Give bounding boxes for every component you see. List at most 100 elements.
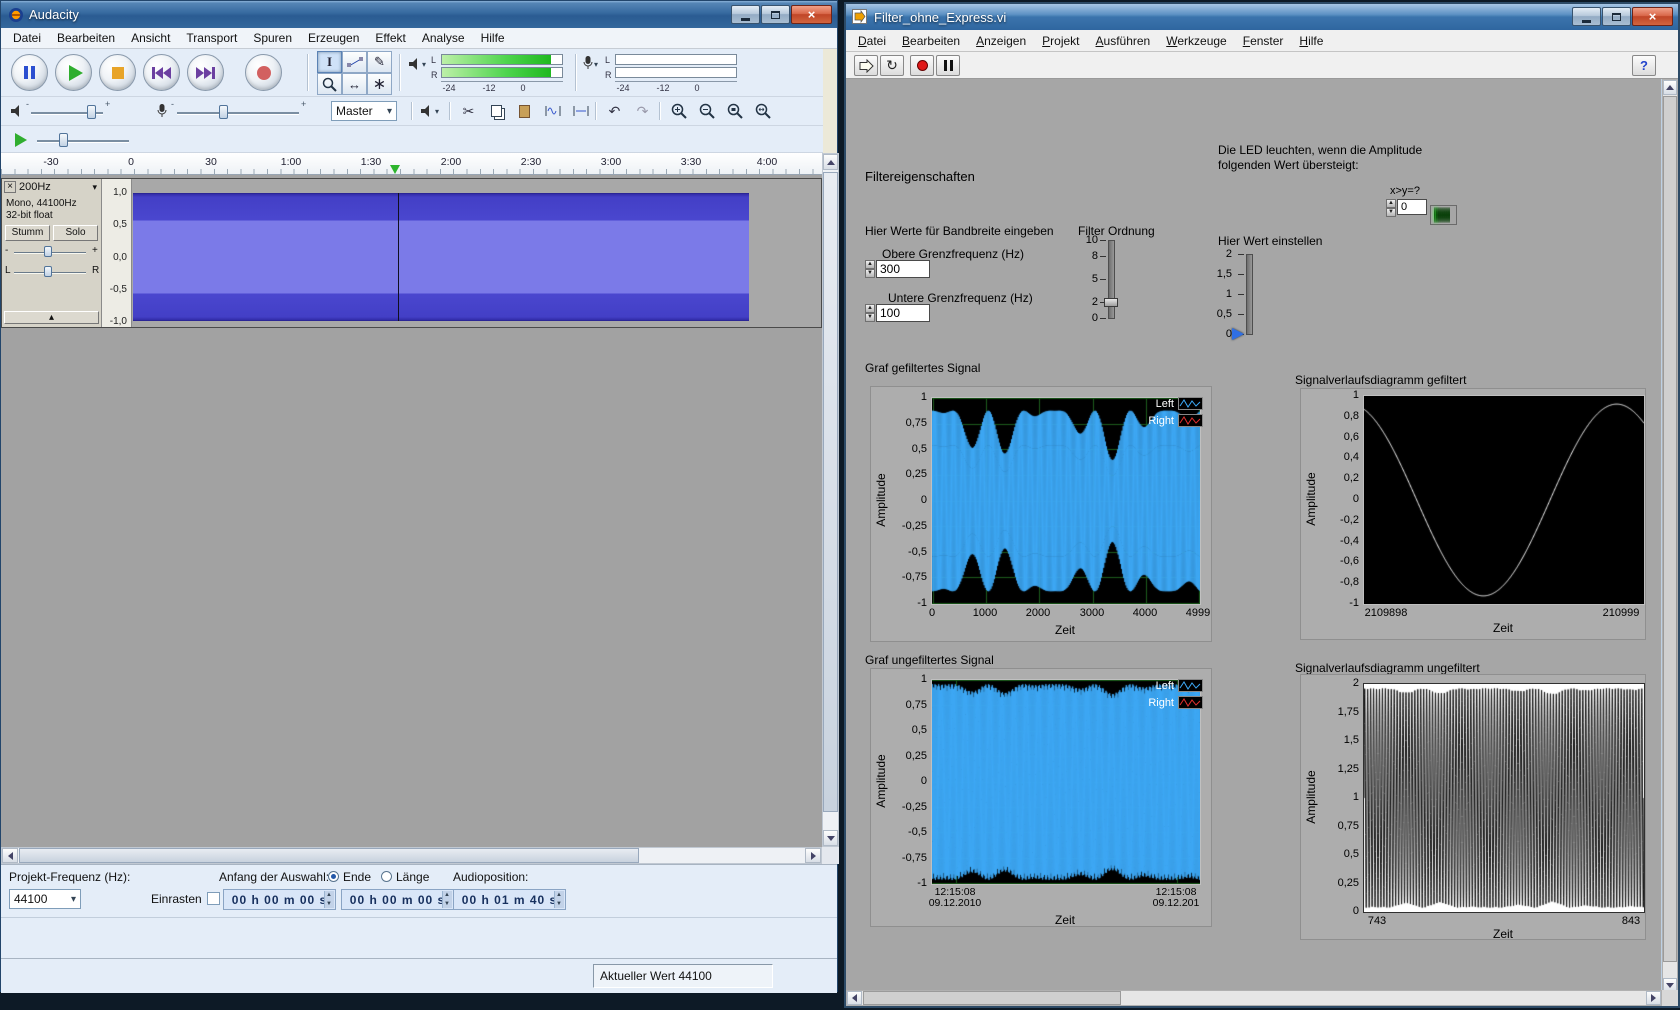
close-button[interactable]: × [1632, 7, 1673, 26]
threshold-slider[interactable] [1246, 254, 1253, 335]
help-button[interactable]: ? [1632, 55, 1656, 76]
zoom-out-button[interactable] [693, 99, 720, 123]
play-speed-thumb[interactable] [59, 133, 68, 147]
plot-legend[interactable]: Left Right [1113, 395, 1203, 429]
fit-project-button[interactable] [749, 99, 776, 123]
zoom-tool-button[interactable] [317, 73, 342, 95]
radio-length[interactable] [381, 871, 392, 882]
spinner-icon[interactable]: ▲▼ [865, 260, 875, 278]
device-speaker-icon[interactable] [421, 105, 434, 117]
snap-checkbox[interactable] [207, 892, 220, 905]
waveform-clip[interactable] [133, 193, 749, 321]
play-at-speed-button[interactable] [15, 133, 27, 147]
skip-end-button[interactable] [187, 54, 224, 91]
multi-tool-button[interactable]: ∗ [367, 73, 392, 95]
timeline-ruler[interactable]: -300301:001:302:002:303:003:304:00 [1, 153, 822, 175]
record-button[interactable] [245, 54, 282, 91]
menu-item[interactable]: Werkzeuge [1158, 32, 1234, 50]
menu-item[interactable]: Hilfe [1291, 32, 1331, 50]
menu-item[interactable]: Ansicht [123, 29, 178, 47]
graph-filtered[interactable]: Amplitude 10,750,50,250-0,25-0,5-0,75-1 … [870, 386, 1212, 642]
chart-filtered[interactable]: Amplitude 10,80,60,40,20-0,2-0,4-0,6-0,8… [1300, 388, 1646, 640]
menu-item[interactable]: Spuren [245, 29, 300, 47]
selection-start-field[interactable]: 00 h 00 m 00 s ▲▼ [223, 889, 336, 910]
selection-end-field[interactable]: 00 h 00 m 00 s ▲▼ [341, 889, 454, 910]
play-button[interactable] [55, 54, 92, 91]
vertical-scrollbar[interactable] [822, 153, 839, 847]
horizontal-scrollbar[interactable] [846, 990, 1662, 1006]
scroll-left-arrow[interactable] [847, 991, 862, 1005]
maximize-button[interactable] [761, 5, 790, 24]
silence-audio-button[interactable] [567, 99, 594, 123]
redo-button[interactable]: ↷ [629, 99, 656, 123]
scroll-left-arrow[interactable] [2, 848, 18, 863]
menu-item[interactable]: Effekt [367, 29, 413, 47]
vscroll-thumb[interactable] [1663, 96, 1677, 962]
menu-item[interactable]: Bearbeiten [49, 29, 123, 47]
run-continuous-button[interactable]: ↻ [880, 55, 904, 76]
input-volume-slider[interactable] [177, 112, 299, 115]
selection-tool-button[interactable]: I [317, 51, 342, 73]
graph-unfiltered[interactable]: Amplitude 10,750,50,250-0,25-0,5-0,75-1 … [870, 668, 1212, 927]
skip-start-button[interactable] [143, 54, 180, 91]
hscroll-thumb[interactable] [19, 848, 639, 863]
vscroll-thumb[interactable] [823, 172, 838, 812]
menu-item[interactable]: Projekt [1034, 32, 1087, 50]
timeshift-tool-button[interactable]: ↔ [342, 73, 367, 95]
filter-order-slider[interactable] [1108, 240, 1115, 319]
scroll-up-arrow[interactable] [1663, 80, 1677, 95]
spinner-icon[interactable]: ▲▼ [1386, 199, 1396, 215]
minimize-button[interactable] [1572, 7, 1601, 26]
hscroll-thumb[interactable] [863, 991, 1121, 1005]
close-button[interactable]: × [791, 5, 832, 24]
cut-button[interactable]: ✂ [455, 99, 482, 123]
mute-button[interactable]: Stumm [5, 225, 50, 241]
play-speed-slider[interactable] [37, 140, 129, 143]
draw-tool-button[interactable]: ✎ [367, 51, 392, 73]
labview-titlebar[interactable]: Filter_ohne_Express.vi × [846, 4, 1678, 30]
audio-position-field[interactable]: 00 h 01 m 40 s ▲▼ [453, 889, 566, 910]
threshold-thumb[interactable] [1232, 328, 1244, 340]
abort-button[interactable] [910, 55, 934, 76]
lower-cutoff-control[interactable]: ▲▼ 100 [865, 304, 930, 322]
menu-item[interactable]: Ausführen [1088, 32, 1159, 50]
menu-item[interactable]: Transport [178, 29, 245, 47]
track-name-menu[interactable]: 200Hz ▾ [19, 181, 99, 194]
chevron-down-icon[interactable]: ▾ [435, 107, 439, 116]
rate-select[interactable]: 44100 ▾ [9, 889, 81, 909]
led-indicator[interactable] [1448, 207, 1450, 223]
input-volume-thumb[interactable] [219, 105, 228, 119]
record-meter[interactable]: ▾ LR -24-120 [583, 52, 743, 96]
menu-item[interactable]: Analyse [414, 29, 473, 47]
menu-item[interactable]: Fenster [1235, 32, 1292, 50]
paste-button[interactable] [511, 99, 538, 123]
zoom-in-button[interactable] [665, 99, 692, 123]
chart-filtered-plot[interactable] [1363, 395, 1645, 605]
menu-item[interactable]: Datei [850, 32, 894, 50]
track-gain-thumb[interactable] [44, 246, 52, 257]
upper-cutoff-value[interactable]: 300 [876, 260, 930, 278]
maximize-button[interactable] [1602, 7, 1631, 26]
radio-end[interactable] [328, 871, 339, 882]
playhead-marker[interactable] [390, 165, 400, 174]
filter-order-thumb[interactable] [1104, 298, 1118, 307]
menu-item[interactable]: Erzeugen [300, 29, 367, 47]
scroll-right-arrow[interactable] [805, 848, 821, 863]
copy-button[interactable] [483, 99, 510, 123]
pause-button[interactable] [11, 54, 48, 91]
upper-cutoff-control[interactable]: ▲▼ 300 [865, 260, 930, 278]
track-close-button[interactable]: × [4, 181, 16, 193]
menu-item[interactable]: Hilfe [473, 29, 513, 47]
trim-audio-button[interactable] [539, 99, 566, 123]
lower-cutoff-value[interactable]: 100 [876, 304, 930, 322]
run-button[interactable] [854, 55, 878, 76]
spinner-icon[interactable]: ▲▼ [324, 891, 334, 908]
audacity-titlebar[interactable]: Audacity × [1, 1, 837, 28]
spinner-icon[interactable]: ▲▼ [865, 304, 875, 322]
chevron-down-icon[interactable]: ▾ [594, 60, 598, 69]
plot-legend[interactable]: Left Right [1113, 677, 1203, 711]
scroll-up-arrow[interactable] [823, 154, 838, 170]
vertical-scrollbar[interactable] [1662, 79, 1678, 994]
compare-value[interactable]: 0 [1397, 199, 1427, 215]
pause-button[interactable] [936, 55, 960, 76]
